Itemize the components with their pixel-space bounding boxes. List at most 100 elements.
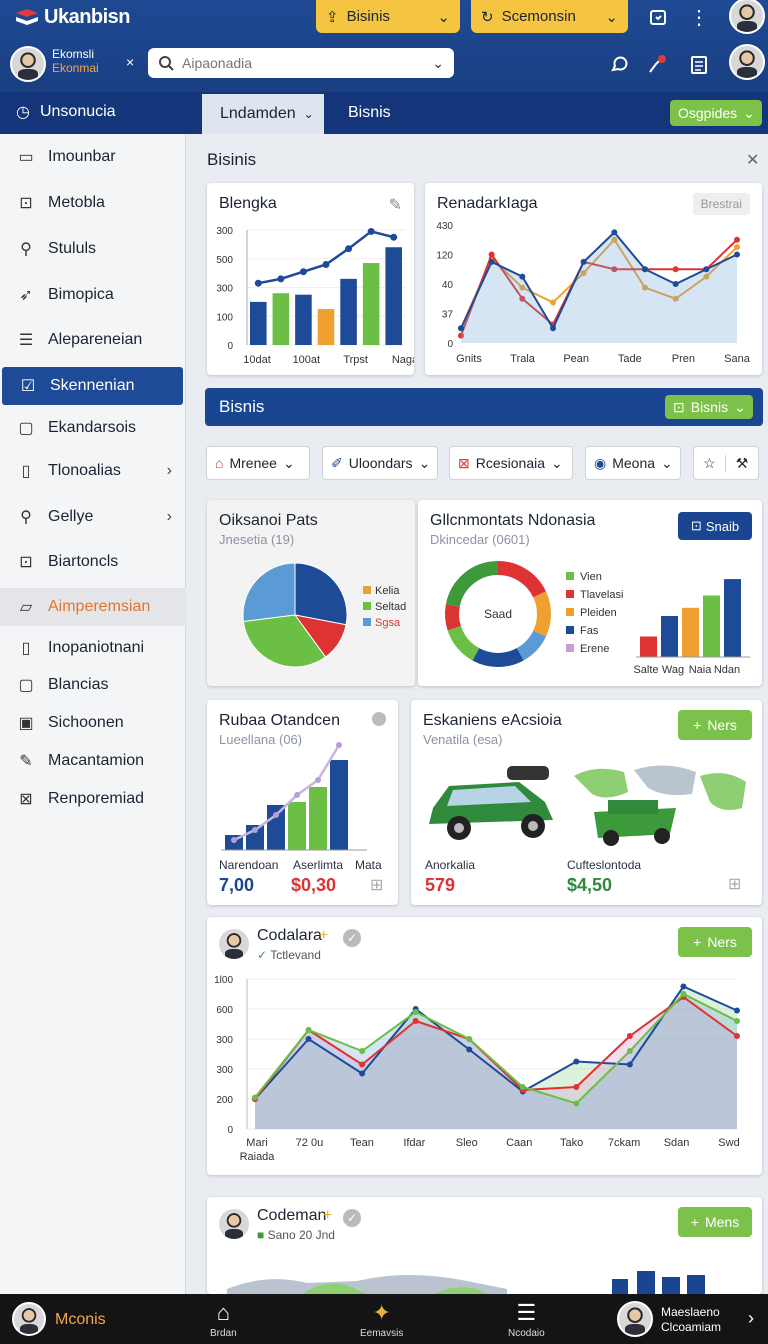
bottom-nav-ncodaio[interactable]: ☰ Ncodaio: [508, 1300, 545, 1339]
sidebar-item-stululs[interactable]: ⚲ Stululs: [0, 230, 186, 268]
sidebar-item-alepareneian[interactable]: ☰ Alepareneian: [0, 321, 186, 359]
ners-button[interactable]: + Ners: [678, 710, 752, 740]
tab-lndamden[interactable]: Lndamden ⌄: [202, 94, 324, 134]
pie-card: Oiksanoi Pats Jnesetia (19) Kelia Seltad S…: [207, 500, 415, 686]
data-point: [580, 258, 587, 265]
bottom-bar: Mconis ⌂ Brdan ✦ Eemavsis ☰ Ncodaio Maes…: [0, 1294, 768, 1344]
sidebar-item-renporemiad[interactable]: ⊠ Renporemiad: [0, 780, 186, 818]
legend-label: Kelia: [375, 585, 400, 597]
star-icon[interactable]: ☆: [694, 454, 727, 472]
pen-icon: ✐: [331, 454, 343, 471]
notification-icon[interactable]: [644, 52, 670, 78]
sidebar-item-gellye[interactable]: ⚲ Gellye ›: [0, 498, 186, 536]
data-point: [626, 1061, 633, 1068]
data-point: [680, 983, 687, 990]
sidebar-item-skennenian[interactable]: ☑ Skennenian: [2, 367, 183, 405]
map-card: Codeman + ✓ ■ Sano 20 Jnd + Mens: [207, 1197, 762, 1294]
chevron-right-icon[interactable]: ›: [748, 1308, 754, 1329]
filter-rcesionaia[interactable]: ⊠ Rcesionaia ⌄: [449, 446, 573, 480]
x-tick-label: Sdan: [664, 1137, 690, 1149]
tab-bisnis[interactable]: Bisnis: [330, 92, 409, 134]
app-title: Ukanbisn: [44, 6, 131, 28]
bottom-nav-label: Ncodaio: [508, 1328, 545, 1339]
chevron-down-icon: ⌄: [303, 107, 314, 121]
document-icon[interactable]: [686, 52, 712, 78]
check-circle-icon[interactable]: ✓: [343, 1209, 361, 1227]
filter-mrenee[interactable]: ⌂ Mrenee ⌄: [206, 446, 310, 480]
filter-meona[interactable]: ◉ Meona ⌄: [585, 446, 681, 480]
chevron-down-icon: ⌄: [605, 8, 618, 26]
sidebar-item-metobla[interactable]: ⊡ Metobla: [0, 184, 186, 222]
filter-uloondars[interactable]: ✐ Uloondars ⌄: [322, 446, 438, 480]
k-box-icon: ⊠: [19, 791, 33, 808]
sidebar-item-label: Gellye: [48, 508, 94, 525]
table-icon[interactable]: ⊞: [728, 874, 741, 894]
bottom-nav-home[interactable]: ⌂ Brdan: [210, 1300, 237, 1339]
chevron-down-icon[interactable]: ⌄: [432, 55, 444, 72]
card-avatar: [217, 1207, 251, 1241]
profile-avatar[interactable]: [729, 44, 765, 80]
close-icon[interactable]: ✕: [746, 150, 759, 170]
table-icon[interactable]: ⊞: [370, 875, 383, 895]
sidebar-item-macantamion[interactable]: ✎ Macantamion: [0, 742, 186, 780]
more-vertical-icon[interactable]: ⋮: [686, 4, 712, 30]
doc-icon: ▯: [21, 640, 31, 657]
legend-label: Vien: [580, 571, 602, 583]
bottom-nav-eemavsis[interactable]: ✦ Eemavsis: [360, 1300, 403, 1339]
bottom-user-avatar[interactable]: [617, 1301, 653, 1337]
x-tick-label: Caan: [506, 1137, 532, 1149]
bisinis-menu-button[interactable]: ⇪ Bisinis ⌄: [316, 0, 460, 33]
x-tick-label: Wag: [662, 664, 684, 676]
y-tick-label: 300: [216, 1065, 233, 1076]
sidebar-item-bimopica[interactable]: ➶ Bimopica: [0, 276, 186, 314]
card5-label-1: Narendoan: [219, 858, 279, 872]
user-avatar-top[interactable]: [729, 0, 765, 34]
mens-button[interactable]: + Mens: [678, 1207, 752, 1237]
sidebar-item-label: Bimopica: [48, 286, 114, 303]
vehicles-card: Eskaniens eAcsioia Venatila (esa) + Ners …: [411, 700, 762, 905]
scemonsin-menu-button[interactable]: ↻ Scemonsin ⌄: [471, 0, 628, 33]
sidebar-item-label: Imounbar: [48, 148, 116, 165]
export-icon: ⇪: [326, 8, 339, 26]
search-input[interactable]: [182, 55, 425, 71]
data-point: [412, 1018, 419, 1024]
x-tick-label: Mari: [246, 1137, 267, 1149]
card-subtitle: Sano 20 Jnd: [267, 1228, 335, 1242]
bottom-brand: Mconis: [55, 1311, 106, 1328]
sidebar-item-biartoncls[interactable]: ⊡ Biartoncls: [0, 543, 186, 581]
search-bar[interactable]: ⌄: [148, 48, 454, 78]
pie-chart: Kelia Seltad Sgsa: [242, 562, 406, 668]
data-point: [573, 1100, 580, 1107]
wrench-icon[interactable]: ⚒: [726, 455, 758, 472]
x-tick-label: Pren: [672, 353, 695, 365]
data-point: [336, 742, 342, 748]
nav-left-item[interactable]: ◷ Unsonucia: [16, 102, 116, 122]
sidebar-item-aimperemsian[interactable]: ▱ Aimperemsian: [0, 588, 186, 626]
data-point: [734, 244, 740, 251]
legend-label: Seltad: [375, 601, 406, 613]
chevron-down-icon: ⌄: [551, 454, 563, 471]
info-circle-icon: ◉: [594, 454, 607, 471]
calendar-icon[interactable]: [645, 4, 671, 30]
logo-icon: [16, 8, 38, 25]
sidebar-item-blancias[interactable]: ▢ Blancias: [0, 666, 186, 704]
chat-bubble-icon[interactable]: [606, 52, 632, 78]
close-icon[interactable]: ×: [126, 54, 134, 70]
sidebar-item-sichoonen[interactable]: ▣ Sichoonen: [0, 704, 186, 742]
data-point: [488, 258, 495, 265]
bisnis-dropdown-button[interactable]: ⊡ Bisnis ⌄: [665, 395, 753, 419]
osgpides-button[interactable]: Osgpides ⌄: [670, 100, 762, 126]
sidebar-item-label: Tlonoalias: [48, 462, 121, 479]
sidebar-item-imounbar[interactable]: ▭ Imounbar: [0, 138, 186, 176]
data-point: [734, 1007, 740, 1014]
app-logo[interactable]: Ukanbisn: [14, 6, 131, 29]
sparkle-icon: +: [323, 1207, 333, 1224]
user-avatar: [10, 46, 46, 82]
sidebar-item-ekandarsois[interactable]: ▢ Ekandarsois: [0, 409, 186, 447]
x-tick-label: Tean: [350, 1137, 374, 1149]
sidebar-item-tlonoalias[interactable]: ▯ Tlonoalias ›: [0, 452, 186, 490]
sidebar-item-inopaniotnani[interactable]: ▯ Inopaniotnani: [0, 629, 186, 667]
legend-swatch: [363, 586, 371, 594]
bottom-avatar[interactable]: [12, 1302, 46, 1336]
filter-icon-group: ☆ ⚒: [693, 446, 759, 480]
